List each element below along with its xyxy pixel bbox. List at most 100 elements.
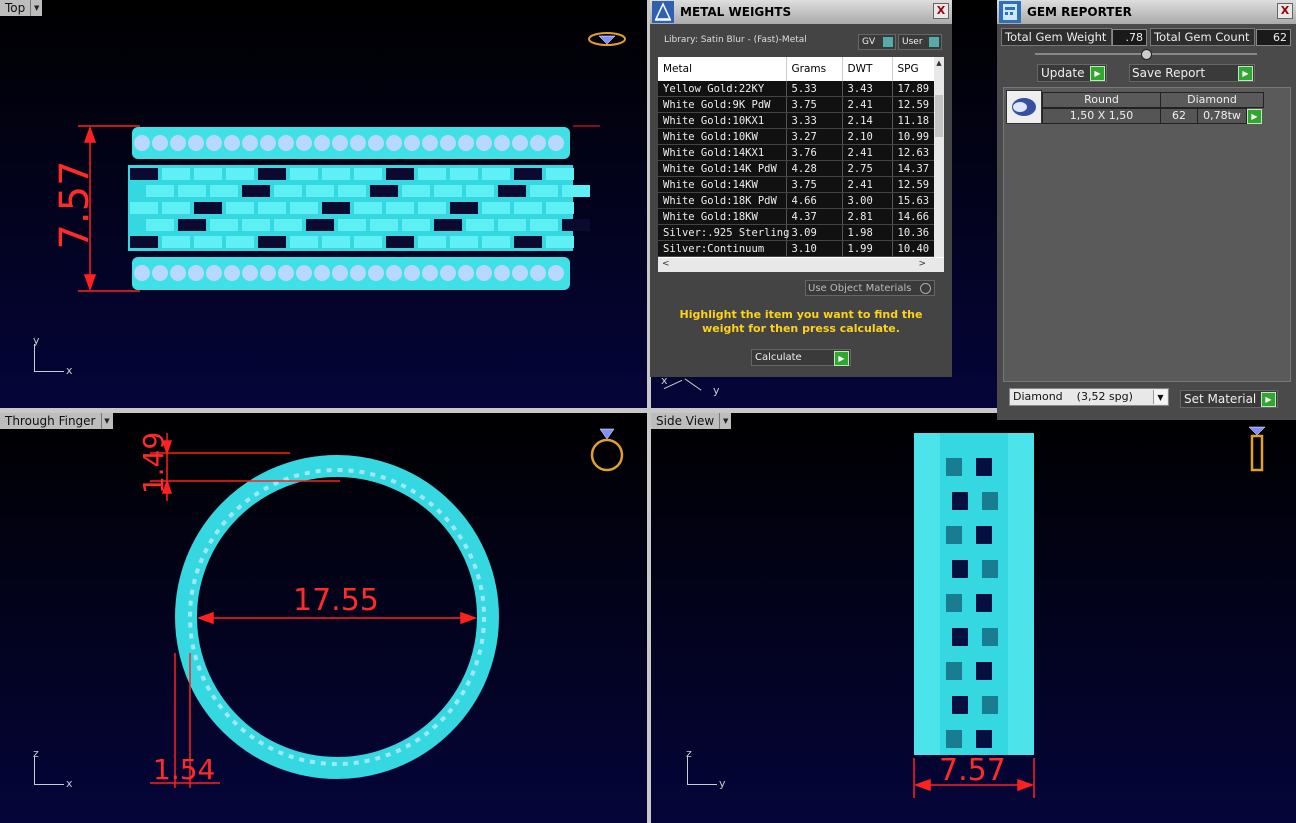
viewport-side-label[interactable]: Side View ▼ [651, 413, 732, 429]
gem-weight: 0,78tw [1197, 108, 1247, 124]
play-icon: ▶ [1261, 392, 1276, 407]
dimension-label-inner-diameter: 17.55 [293, 583, 379, 618]
horizontal-scrollbar[interactable]: < > [658, 258, 944, 272]
gem-shape: Round [1042, 92, 1161, 108]
chevron-down-icon[interactable]: ▼ [100, 413, 113, 429]
chevron-down-icon[interactable]: ▼ [719, 413, 732, 429]
gem-reporter-title: GEM REPORTER [1027, 5, 1132, 19]
library-label: Library: Satin Blur - (Fast)-Metal [664, 35, 807, 45]
table-cell: Yellow Gold:22KY [658, 81, 787, 97]
user-toggle[interactable]: User [898, 34, 942, 50]
table-cell: 4.28 [786, 160, 843, 177]
table-cell: 12.59 [892, 176, 935, 193]
table-row[interactable]: Silver:.925 Sterling 3.09 1.98 10.36 [658, 224, 935, 241]
dimension-label-width: 1.54 [153, 753, 216, 786]
table-row[interactable]: Silver:Continuum 3.10 1.99 10.40 [658, 240, 935, 257]
table-row[interactable]: White Gold:14K PdW 4.28 2.75 14.37 [658, 160, 935, 177]
axis-indicator-front: z x [33, 747, 73, 790]
vertical-scrollbar[interactable]: ▲ [934, 57, 944, 257]
table-cell: White Gold:18K PdW [658, 192, 787, 209]
dimension-label-thickness: 1.49 [136, 431, 170, 495]
table-row[interactable]: White Gold:10KW 3.27 2.10 10.99 [658, 128, 935, 145]
axis-indicator-top: y x [33, 334, 73, 377]
viewport-top[interactable]: 7.57 Top ▼ y x [0, 0, 647, 408]
metal-table-container[interactable]: Metal Grams DWT SPG Yellow Gold:22KY 5.33 3.4… [658, 57, 944, 272]
gem-reporter-panel: GEM REPORTER X Total Gem Weight .78 Tota… [997, 0, 1296, 420]
table-cell: White Gold:14KX1 [658, 144, 787, 161]
viewport-top-label[interactable]: Top ▼ [0, 0, 43, 16]
material-select[interactable]: Diamond (3,52 spg) ▼ [1009, 388, 1169, 406]
table-cell: 2.81 [842, 208, 893, 225]
viewport-through-finger[interactable]: 1.49 17.55 1.54 Through Finger ▼ z x [0, 413, 647, 823]
update-button[interactable]: Update ▶ [1037, 64, 1107, 82]
table-row[interactable]: White Gold:14KW 3.75 2.41 12.59 [658, 176, 935, 193]
table-row[interactable]: White Gold:10KX1 3.33 2.14 11.18 [658, 112, 935, 129]
gv-toggle[interactable]: GV [858, 34, 896, 50]
table-row[interactable]: White Gold:18KW 4.37 2.81 14.66 [658, 208, 935, 225]
ring-orientation-icon [588, 32, 626, 46]
table-cell: 3.33 [786, 112, 843, 129]
radio-icon [920, 283, 931, 294]
slider-handle[interactable] [1141, 49, 1152, 60]
column-header[interactable]: SPG [892, 57, 935, 81]
table-cell: 14.66 [892, 208, 935, 225]
scale-icon [652, 1, 674, 23]
gem-reporter-titlebar[interactable]: GEM REPORTER X [997, 0, 1296, 24]
table-cell: 2.75 [842, 160, 893, 177]
table-cell: White Gold:18KW [658, 208, 787, 225]
table-cell: White Gold:10KX1 [658, 112, 787, 129]
table-cell: 3.00 [842, 192, 893, 209]
table-row[interactable]: White Gold:18K PdW 4.66 3.00 15.63 [658, 192, 935, 209]
table-cell: 17.89 [892, 81, 935, 97]
column-header[interactable]: Metal [658, 57, 787, 81]
total-gem-count-label: Total Gem Count [1150, 28, 1255, 46]
dimension-label-side-width: 7.57 [939, 753, 1006, 788]
calculate-button[interactable]: Calculate ▶ [751, 349, 851, 366]
column-header[interactable]: Grams [786, 57, 843, 81]
gem-row[interactable]: Round Diamond 1,50 X 1,50 62 0,78tw ▶ [1006, 90, 1264, 124]
table-cell: 5.33 [786, 81, 843, 97]
toggle-icon [929, 37, 939, 47]
dimension-label-height: 7.57 [52, 160, 98, 250]
table-row[interactable]: White Gold:14KX1 3.76 2.41 12.63 [658, 144, 935, 161]
table-row[interactable]: White Gold:9K PdW 3.75 2.41 12.59 [658, 96, 935, 113]
gem-select-button[interactable]: ▶ [1247, 109, 1262, 124]
table-cell: White Gold:10KW [658, 128, 787, 145]
metal-weights-table: Metal Grams DWT SPG Yellow Gold:22KY 5.33 3.4… [658, 57, 935, 257]
close-icon[interactable]: X [1277, 3, 1293, 19]
table-cell: 3.75 [786, 176, 843, 193]
table-cell: 10.40 [892, 240, 935, 257]
viewport-through-finger-label[interactable]: Through Finger ▼ [0, 413, 113, 429]
table-cell: 2.14 [842, 112, 893, 129]
column-header[interactable]: DWT [842, 57, 893, 81]
viewport-side[interactable]: 7.57 Side View ▼ z y [651, 413, 1296, 823]
table-cell: 3.76 [786, 144, 843, 161]
play-icon: ▶ [1090, 66, 1105, 81]
metal-weights-hint: Highlight the item you want to find the … [679, 308, 923, 335]
table-cell: 10.36 [892, 224, 935, 241]
table-cell: 1.98 [842, 224, 893, 241]
table-cell: 2.41 [842, 144, 893, 161]
close-icon[interactable]: X [933, 3, 949, 19]
table-cell: 2.41 [842, 96, 893, 113]
table-cell: 1.99 [842, 240, 893, 257]
slider-track[interactable] [1035, 49, 1257, 60]
table-row[interactable]: Yellow Gold:22KY 5.33 3.43 17.89 [658, 81, 935, 97]
gem-list[interactable]: Round Diamond 1,50 X 1,50 62 0,78tw ▶ [1003, 87, 1291, 382]
table-cell: White Gold:14KW [658, 176, 787, 193]
ring-front-icon [590, 428, 624, 472]
table-cell: Silver:.925 Sterling [658, 224, 789, 241]
viewport-top-title: Top [0, 0, 31, 16]
chevron-down-icon[interactable]: ▼ [30, 0, 43, 16]
table-cell: 10.99 [892, 128, 935, 145]
metal-weights-titlebar[interactable]: METAL WEIGHTS X [650, 0, 952, 24]
table-cell: 4.37 [786, 208, 843, 225]
gem-count: 62 [1160, 108, 1198, 124]
metal-weights-panel: METAL WEIGHTS X Library: Satin Blur - (F… [650, 0, 952, 377]
table-cell: 11.18 [892, 112, 935, 129]
round-gem-thumbnail [1006, 90, 1042, 124]
ring-side-icon [1248, 426, 1266, 472]
save-report-button[interactable]: Save Report ▶ [1129, 64, 1255, 82]
use-object-materials-toggle[interactable]: Use Object Materials [805, 280, 935, 296]
set-material-button[interactable]: Set Material ▶ [1180, 390, 1278, 408]
